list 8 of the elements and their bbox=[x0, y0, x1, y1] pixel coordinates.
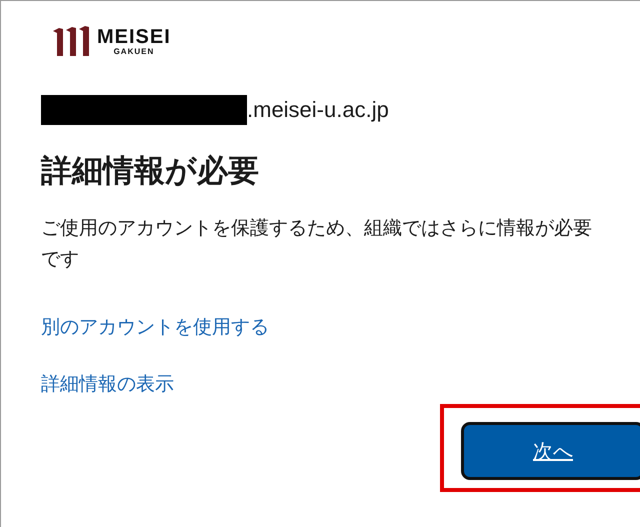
next-button[interactable]: 次へ bbox=[461, 422, 640, 480]
text-link[interactable]: 詳細情報の表示 bbox=[41, 370, 174, 398]
logo-name: MEISEI bbox=[97, 26, 171, 46]
page-title: 詳細情報が必要 bbox=[41, 152, 260, 191]
logo-subtitle: GAKUEN bbox=[114, 46, 154, 56]
account-domain: .meisei-u.ac.jp bbox=[247, 97, 389, 123]
info-message: ご使用のアカウントを保護するため、組織ではさらに情報が必要です bbox=[41, 216, 593, 272]
text-link[interactable]: 別のアカウントを使用する bbox=[41, 313, 269, 341]
